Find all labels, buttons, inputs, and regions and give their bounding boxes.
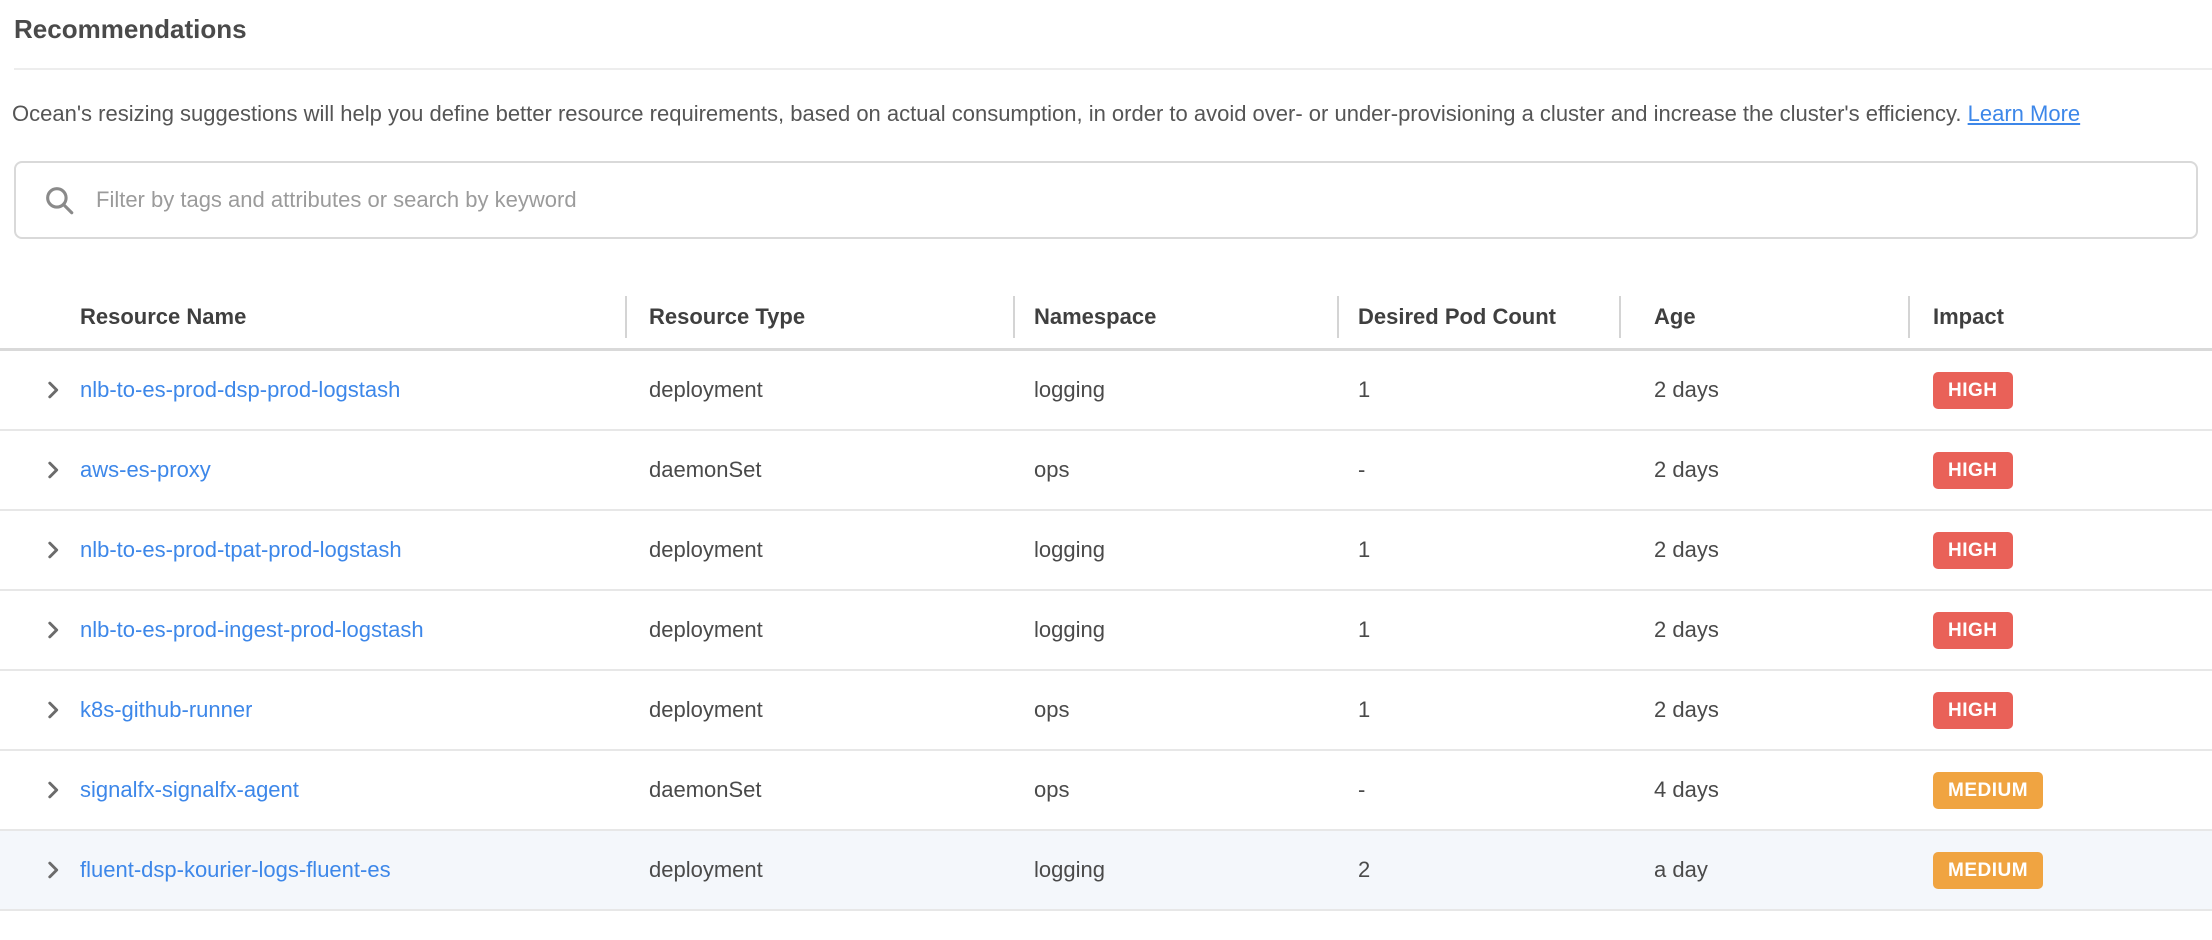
column-header-namespace[interactable]: Namespace [1013,286,1337,348]
desired-pod-count-cell: - [1337,777,1619,803]
chevron-right-icon[interactable] [42,859,64,881]
table-row[interactable]: aws-es-proxy daemonSet ops - 2 days HIGH [0,431,2212,511]
table-body: nlb-to-es-prod-dsp-prod-logstash deploym… [0,351,2212,911]
column-header-desired-pod-count[interactable]: Desired Pod Count [1337,286,1619,348]
column-header-impact[interactable]: Impact [1908,286,2212,348]
resource-name-link[interactable]: nlb-to-es-prod-dsp-prod-logstash [80,377,400,403]
namespace-cell: logging [1013,617,1337,643]
resource-name-link[interactable]: signalfx-signalfx-agent [80,777,299,803]
title-divider [14,68,2212,70]
desired-pod-count-cell: 1 [1337,537,1619,563]
age-cell: 2 days [1619,537,1908,563]
column-header-age[interactable]: Age [1619,286,1908,348]
impact-badge: HIGH [1933,612,2013,649]
namespace-cell: ops [1013,457,1337,483]
age-cell: 4 days [1619,777,1908,803]
page-title: Recommendations [0,0,2212,46]
resource-name-cell: k8s-github-runner [0,697,625,723]
impact-badge: HIGH [1933,532,2013,569]
impact-cell: HIGH [1908,372,2212,409]
chevron-right-icon[interactable] [42,699,64,721]
impact-badge: HIGH [1933,372,2013,409]
resource-type-cell: deployment [625,377,1013,403]
impact-badge: MEDIUM [1933,852,2043,889]
impact-cell: HIGH [1908,612,2212,649]
age-cell: 2 days [1619,617,1908,643]
chevron-right-icon[interactable] [42,619,64,641]
chevron-right-icon[interactable] [42,459,64,481]
resource-type-cell: deployment [625,617,1013,643]
namespace-cell: logging [1013,377,1337,403]
recommendations-page: Recommendations Ocean's resizing suggest… [0,0,2212,940]
resource-name-cell: nlb-to-es-prod-ingest-prod-logstash [0,617,625,643]
resource-type-cell: deployment [625,857,1013,883]
desired-pod-count-cell: 2 [1337,857,1619,883]
age-cell: 2 days [1619,697,1908,723]
age-cell: a day [1619,857,1908,883]
impact-badge: HIGH [1933,452,2013,489]
chevron-right-icon[interactable] [42,539,64,561]
resource-name-cell: fluent-dsp-kourier-logs-fluent-es [0,857,625,883]
table-header-row: Resource Name Resource Type Namespace De… [0,286,2212,351]
filter-search-box[interactable] [14,161,2198,239]
search-input[interactable] [94,186,2170,214]
resource-type-cell: deployment [625,537,1013,563]
column-header-resource-name[interactable]: Resource Name [0,286,625,348]
resource-name-link[interactable]: nlb-to-es-prod-ingest-prod-logstash [80,617,424,643]
namespace-cell: logging [1013,537,1337,563]
page-description: Ocean's resizing suggestions will help y… [12,94,2198,133]
impact-cell: MEDIUM [1908,852,2212,889]
resource-name-cell: nlb-to-es-prod-tpat-prod-logstash [0,537,625,563]
resource-name-link[interactable]: nlb-to-es-prod-tpat-prod-logstash [80,537,402,563]
desired-pod-count-cell: 1 [1337,697,1619,723]
recommendations-table: Resource Name Resource Type Namespace De… [0,286,2212,911]
table-row[interactable]: nlb-to-es-prod-dsp-prod-logstash deploym… [0,351,2212,431]
impact-cell: MEDIUM [1908,772,2212,809]
table-row[interactable]: nlb-to-es-prod-tpat-prod-logstash deploy… [0,511,2212,591]
impact-badge: MEDIUM [1933,772,2043,809]
resource-name-cell: nlb-to-es-prod-dsp-prod-logstash [0,377,625,403]
resource-name-link[interactable]: aws-es-proxy [80,457,211,483]
namespace-cell: logging [1013,857,1337,883]
resource-type-cell: deployment [625,697,1013,723]
namespace-cell: ops [1013,777,1337,803]
chevron-right-icon[interactable] [42,379,64,401]
chevron-right-icon[interactable] [42,779,64,801]
desired-pod-count-cell: - [1337,457,1619,483]
description-text: Ocean's resizing suggestions will help y… [12,101,1962,126]
table-row[interactable]: k8s-github-runner deployment ops 1 2 day… [0,671,2212,751]
age-cell: 2 days [1619,377,1908,403]
resource-type-cell: daemonSet [625,457,1013,483]
search-icon [42,183,76,217]
table-row[interactable]: signalfx-signalfx-agent daemonSet ops - … [0,751,2212,831]
desired-pod-count-cell: 1 [1337,617,1619,643]
impact-cell: HIGH [1908,452,2212,489]
table-row[interactable]: nlb-to-es-prod-ingest-prod-logstash depl… [0,591,2212,671]
resource-name-link[interactable]: k8s-github-runner [80,697,252,723]
resource-name-cell: aws-es-proxy [0,457,625,483]
age-cell: 2 days [1619,457,1908,483]
resource-type-cell: daemonSet [625,777,1013,803]
impact-badge: HIGH [1933,692,2013,729]
resource-name-cell: signalfx-signalfx-agent [0,777,625,803]
impact-cell: HIGH [1908,692,2212,729]
resource-name-link[interactable]: fluent-dsp-kourier-logs-fluent-es [80,857,391,883]
table-row[interactable]: fluent-dsp-kourier-logs-fluent-es deploy… [0,831,2212,911]
impact-cell: HIGH [1908,532,2212,569]
column-header-resource-type[interactable]: Resource Type [625,286,1013,348]
learn-more-link[interactable]: Learn More [1968,101,2081,126]
desired-pod-count-cell: 1 [1337,377,1619,403]
namespace-cell: ops [1013,697,1337,723]
